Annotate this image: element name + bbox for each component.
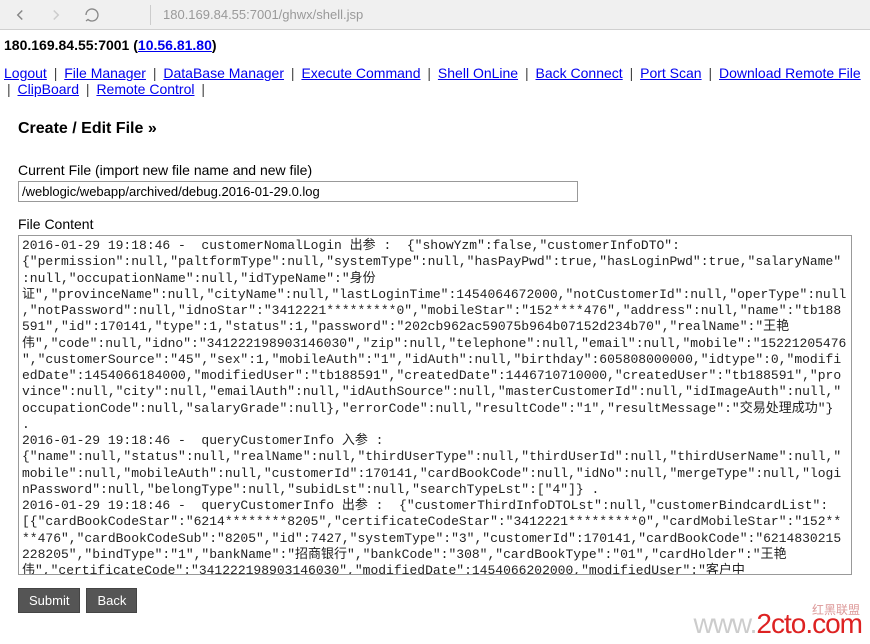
host-ip-link[interactable]: 10.56.81.80 — [138, 37, 212, 53]
nav-database-manager[interactable]: DataBase Manager — [163, 65, 284, 81]
page-title: Create / Edit File » — [18, 120, 852, 138]
submit-button[interactable]: Submit — [18, 588, 80, 613]
nav-remote-control[interactable]: Remote Control — [96, 81, 194, 97]
reload-icon[interactable] — [82, 5, 102, 25]
forward-arrow-icon[interactable] — [46, 5, 66, 25]
nav-logout[interactable]: Logout — [4, 65, 47, 81]
current-file-input[interactable] — [18, 181, 578, 202]
file-content-textarea[interactable] — [18, 235, 852, 575]
top-nav: Logout | File Manager | DataBase Manager… — [0, 60, 870, 102]
nav-port-scan[interactable]: Port Scan — [640, 65, 701, 81]
back-button[interactable]: Back — [86, 588, 137, 613]
nav-execute-command[interactable]: Execute Command — [301, 65, 420, 81]
host-info: 180.169.84.55:7001 (10.56.81.80) — [0, 30, 870, 60]
nav-shell-online[interactable]: Shell OnLine — [438, 65, 518, 81]
nav-clipboard[interactable]: ClipBoard — [18, 81, 79, 97]
nav-file-manager[interactable]: File Manager — [64, 65, 146, 81]
current-file-label: Current File (import new file name and n… — [18, 162, 852, 178]
browser-toolbar: 180.169.84.55:7001/ghwx/shell.jsp — [0, 0, 870, 30]
file-content-label: File Content — [18, 216, 852, 232]
browser-url: 180.169.84.55:7001/ghwx/shell.jsp — [163, 7, 363, 22]
back-arrow-icon[interactable] — [10, 5, 30, 25]
nav-back-connect[interactable]: Back Connect — [536, 65, 623, 81]
nav-download-remote[interactable]: Download Remote File — [719, 65, 861, 81]
